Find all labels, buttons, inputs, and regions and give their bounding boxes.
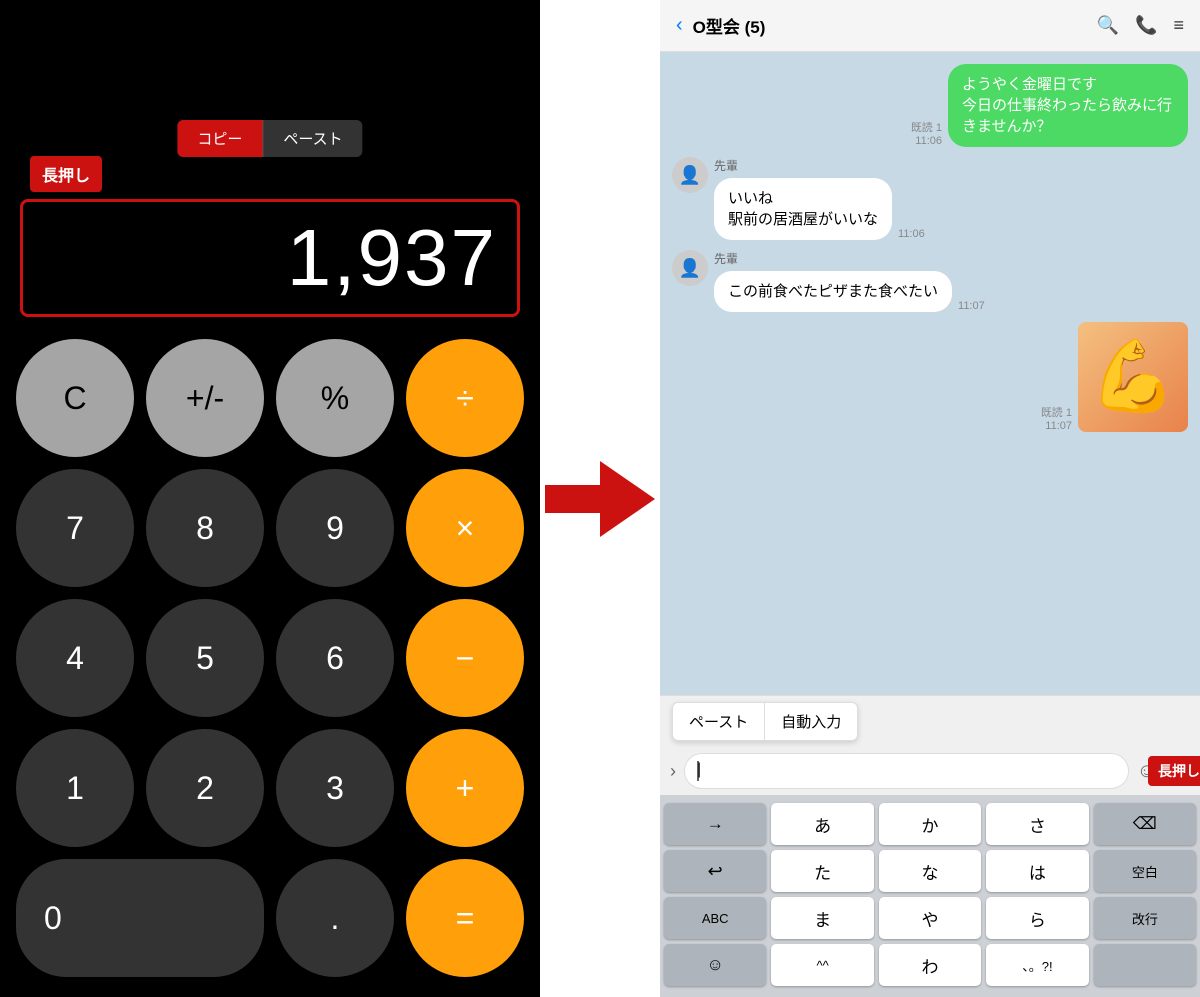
btn-8[interactable]: 8 bbox=[146, 469, 264, 587]
copy-menu-item[interactable]: コピー bbox=[177, 120, 263, 157]
btn-6[interactable]: 6 bbox=[276, 599, 394, 717]
message-row-senpai-1: 👤 先輩 いいね駅前の居酒屋がいいな 11:06 bbox=[672, 157, 1188, 240]
msg-meta-senpai-1: 11:06 bbox=[898, 228, 925, 240]
header-icons: 🔍 📞 ≡ bbox=[1097, 15, 1184, 36]
paste-menu-item[interactable]: ペースト bbox=[263, 120, 362, 157]
btn-multiply[interactable]: × bbox=[406, 469, 524, 587]
msg-meta-self: 既読 111:06 bbox=[911, 119, 942, 147]
btn-equals[interactable]: = bbox=[406, 859, 524, 977]
sticker-row: 既読 111:07 💪 bbox=[672, 322, 1188, 432]
msg-content-senpai-1: 先輩 いいね駅前の居酒屋がいいな 11:06 bbox=[714, 157, 925, 240]
key-a[interactable]: あ bbox=[771, 803, 873, 845]
call-icon[interactable]: 📞 bbox=[1135, 15, 1157, 36]
input-row: › | ☺ 🎤 長押し bbox=[660, 747, 1200, 795]
calculator-panel: コピー ペースト 長押し 1,937 C +/- % ÷ 7 8 9 × 4 5… bbox=[0, 0, 540, 997]
cursor: | bbox=[697, 761, 699, 781]
btn-9[interactable]: 9 bbox=[276, 469, 394, 587]
search-icon[interactable]: 🔍 bbox=[1097, 15, 1119, 36]
key-ya[interactable]: や bbox=[879, 897, 981, 939]
sticker: 💪 bbox=[1078, 322, 1188, 432]
keyboard-row-3: ABC ま や ら 改行 bbox=[664, 897, 1196, 939]
btn-4[interactable]: 4 bbox=[16, 599, 134, 717]
key-sa[interactable]: さ bbox=[986, 803, 1088, 845]
key-caret[interactable]: ^^ bbox=[771, 944, 873, 986]
msg-meta-senpai-2: 11:07 bbox=[958, 300, 985, 312]
chat-area: 既読 111:06 ようやく金曜日です今日の仕事終わったら飲みに行きませんか？ … bbox=[660, 52, 1200, 695]
paste-menu-row: ペースト 自動入力 bbox=[660, 696, 1200, 747]
keyboard: → あ か さ ⌫ ↩ た な は 空白 ABC ま や ら 改行 bbox=[660, 795, 1200, 997]
key-abc[interactable]: ABC bbox=[664, 897, 766, 939]
btn-0[interactable]: 0 bbox=[16, 859, 264, 977]
calc-display-number: 1,937 bbox=[287, 213, 497, 302]
key-wa[interactable]: わ bbox=[879, 944, 981, 986]
btn-minus[interactable]: − bbox=[406, 599, 524, 717]
btn-2[interactable]: 2 bbox=[146, 729, 264, 847]
key-ma[interactable]: ま bbox=[771, 897, 873, 939]
avatar-senpai-1: 👤 bbox=[672, 157, 708, 193]
btn-plusminus[interactable]: +/- bbox=[146, 339, 264, 457]
nagaoshi-label-right: 長押し bbox=[1148, 756, 1200, 786]
key-space[interactable]: 空白 bbox=[1094, 850, 1196, 892]
sender-name-1: 先輩 bbox=[714, 157, 925, 174]
key-undo[interactable]: ↩ bbox=[664, 850, 766, 892]
menu-icon[interactable]: ≡ bbox=[1173, 15, 1184, 36]
key-backspace[interactable]: ⌫ bbox=[1094, 803, 1196, 845]
btn-1[interactable]: 1 bbox=[16, 729, 134, 847]
key-blank[interactable] bbox=[1094, 944, 1196, 986]
key-enter[interactable]: 改行 bbox=[1094, 897, 1196, 939]
text-input[interactable]: | bbox=[684, 753, 1129, 789]
paste-menu: ペースト 自動入力 bbox=[672, 702, 858, 741]
keyboard-row-2: ↩ た な は 空白 bbox=[664, 850, 1196, 892]
key-arrow[interactable]: → bbox=[664, 803, 766, 845]
btn-5[interactable]: 5 bbox=[146, 599, 264, 717]
key-ta[interactable]: た bbox=[771, 850, 873, 892]
nagaoshi-label-calc: 長押し bbox=[30, 156, 102, 192]
btn-3[interactable]: 3 bbox=[276, 729, 394, 847]
msg-bubble-senpai-1: いいね駅前の居酒屋がいいな bbox=[714, 178, 892, 240]
btn-dot[interactable]: . bbox=[276, 859, 394, 977]
expand-button[interactable]: › bbox=[670, 761, 676, 782]
input-area: ペースト 自動入力 › | ☺ 🎤 長押し → あ か さ ⌫ bbox=[660, 695, 1200, 997]
back-button[interactable]: ‹ bbox=[676, 14, 683, 37]
key-ha[interactable]: は bbox=[986, 850, 1088, 892]
key-ka[interactable]: か bbox=[879, 803, 981, 845]
keyboard-row-4: ☺ ^^ わ 、。?! bbox=[664, 944, 1196, 986]
key-na[interactable]: な bbox=[879, 850, 981, 892]
key-punct[interactable]: 、。?! bbox=[986, 944, 1088, 986]
msg-content-senpai-2: 先輩 この前食べたピザまた食べたい 11:07 bbox=[714, 250, 985, 312]
msg-content-self: ようやく金曜日です今日の仕事終わったら飲みに行きませんか？ bbox=[948, 64, 1188, 147]
copy-paste-menu: コピー ペースト bbox=[177, 120, 362, 157]
key-emoji[interactable]: ☺ bbox=[664, 944, 766, 986]
btn-plus[interactable]: + bbox=[406, 729, 524, 847]
paste-item[interactable]: ペースト bbox=[673, 703, 765, 740]
auto-input-item[interactable]: 自動入力 bbox=[765, 703, 857, 740]
key-ra[interactable]: ら bbox=[986, 897, 1088, 939]
line-header: ‹ O型会 (5) 🔍 📞 ≡ bbox=[660, 0, 1200, 52]
msg-bubble-senpai-2: この前食べたピザまた食べたい bbox=[714, 271, 952, 312]
calc-display-box: 1,937 bbox=[20, 199, 520, 317]
message-row-senpai-2: 👤 先輩 この前食べたピザまた食べたい 11:07 bbox=[672, 250, 1188, 312]
calc-buttons: C +/- % ÷ 7 8 9 × 4 5 6 − 1 2 3 + 0 . = bbox=[0, 327, 540, 997]
line-chat-panel: ‹ O型会 (5) 🔍 📞 ≡ 既読 111:06 ようやく金曜日です今日の仕事… bbox=[660, 0, 1200, 997]
sender-name-2: 先輩 bbox=[714, 250, 985, 267]
btn-c[interactable]: C bbox=[16, 339, 134, 457]
btn-divide[interactable]: ÷ bbox=[406, 339, 524, 457]
calc-display-area: コピー ペースト 長押し 1,937 bbox=[0, 0, 540, 327]
arrow-container bbox=[540, 0, 660, 997]
chat-title: O型会 (5) bbox=[693, 13, 1087, 38]
avatar-senpai-2: 👤 bbox=[672, 250, 708, 286]
message-row-self: 既読 111:06 ようやく金曜日です今日の仕事終わったら飲みに行きませんか？ bbox=[672, 64, 1188, 147]
btn-7[interactable]: 7 bbox=[16, 469, 134, 587]
keyboard-row-1: → あ か さ ⌫ bbox=[664, 803, 1196, 845]
btn-percent[interactable]: % bbox=[276, 339, 394, 457]
msg-bubble-self: ようやく金曜日です今日の仕事終わったら飲みに行きませんか？ bbox=[948, 64, 1188, 147]
